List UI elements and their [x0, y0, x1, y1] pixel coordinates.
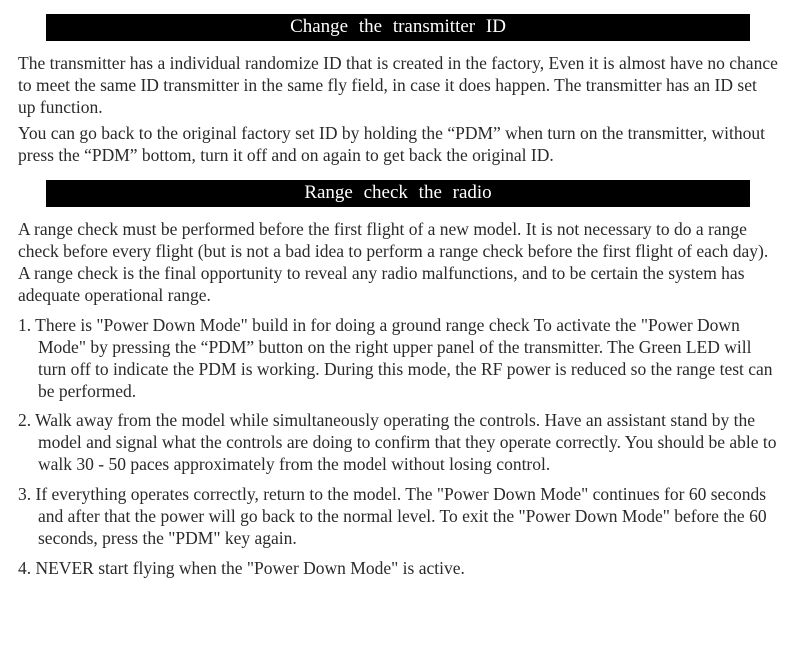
list-item: 3. If everything operates correctly, ret… — [18, 484, 778, 550]
paragraph: You can go back to the original factory … — [18, 123, 778, 167]
section-header-range-check: Range check the radio — [46, 180, 750, 207]
paragraph: The transmitter has a individual randomi… — [18, 53, 778, 119]
list-item: 2. Walk away from the model while simult… — [18, 410, 778, 476]
section-header-change-id: Change the transmitter ID — [46, 14, 750, 41]
paragraph: A range check must be performed before t… — [18, 219, 778, 307]
list-item: 1. There is "Power Down Mode" build in f… — [18, 315, 778, 403]
list-item: 4. NEVER start flying when the "Power Do… — [18, 558, 778, 580]
